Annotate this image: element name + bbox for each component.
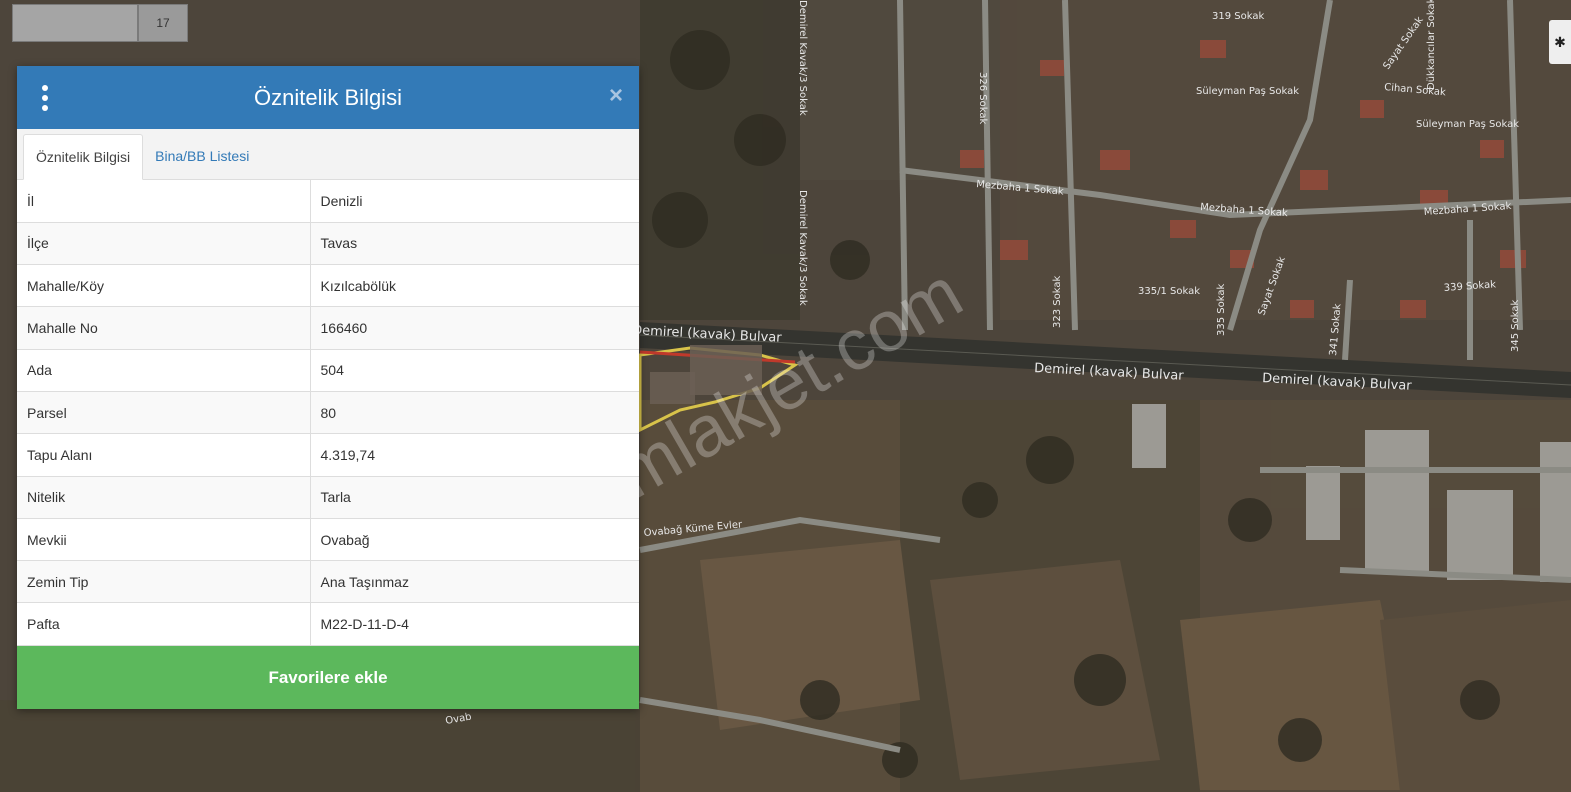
attribute-key: Tapu Alanı: [17, 433, 311, 477]
attribute-key: Mevkii: [17, 518, 311, 562]
attribute-key: İlçe: [17, 222, 311, 266]
table-row: Mahalle No 166460: [17, 306, 639, 350]
redacted-field[interactable]: [12, 4, 138, 42]
label-dukkancilar: Dükkancılar Sokak: [1426, 0, 1437, 90]
attribute-value: Ovabağ: [310, 518, 639, 562]
label-suleyman-2: Süleyman Paş Sokak: [1416, 119, 1519, 130]
attribute-value: 166460: [310, 306, 639, 350]
add-favorite-button[interactable]: Favorilere ekle: [17, 646, 639, 709]
gear-icon: ✱: [1554, 33, 1566, 50]
attribute-value: Tarla: [310, 476, 639, 519]
attribute-value: 504: [310, 349, 639, 392]
count-badge[interactable]: 17: [138, 4, 188, 42]
attribute-value: Denizli: [310, 180, 639, 223]
panel-title: Öznitelik Bilgisi: [254, 84, 402, 110]
table-row: Mevkii Ovabağ: [17, 518, 639, 562]
attribute-value: Kızılcabölük: [310, 264, 639, 308]
tab-building-list[interactable]: Bina/BB Listesi: [143, 133, 261, 179]
label-335-1: 335/1 Sokak: [1138, 286, 1200, 297]
attribute-key: Mahalle/Köy: [17, 264, 311, 308]
attribute-value: Ana Taşınmaz: [310, 560, 639, 604]
label-323: 323 Sokak: [1052, 276, 1063, 328]
close-icon[interactable]: ×: [609, 84, 623, 108]
attribute-value: 80: [310, 391, 639, 435]
table-row: İl Denizli: [17, 180, 639, 223]
table-row: Pafta M22-D-11-D-4: [17, 602, 639, 646]
attribute-key: Pafta: [17, 602, 311, 646]
label-demirel-kavak3-a: Demirel Kavak/3 Sokak: [797, 0, 808, 116]
label-335: 335 Sokak: [1216, 284, 1227, 336]
attribute-key: Ada: [17, 349, 311, 392]
attribute-panel: Öznitelik Bilgisi × Öznitelik Bilgisi Bi…: [17, 66, 639, 709]
attribute-value: 4.319,74: [310, 433, 639, 477]
attribute-key: Mahalle No: [17, 306, 311, 350]
label-345: 345 Sokak: [1510, 300, 1521, 352]
label-demirel-kavak3-b: Demirel Kavak/3 Sokak: [797, 190, 808, 306]
more-vertical-icon[interactable]: [39, 85, 51, 111]
table-row: Parsel 80: [17, 391, 639, 435]
panel-tabs: Öznitelik Bilgisi Bina/BB Listesi: [17, 129, 639, 180]
attribute-key: İl: [17, 180, 311, 223]
table-row: Tapu Alanı 4.319,74: [17, 433, 639, 477]
table-row: Zemin Tip Ana Taşınmaz: [17, 560, 639, 604]
table-row: Nitelik Tarla: [17, 476, 639, 519]
table-row: İlçe Tavas: [17, 222, 639, 266]
panel-header: Öznitelik Bilgisi ×: [17, 66, 639, 129]
label-326: 326 Sokak: [977, 72, 988, 124]
attribute-table: İl Denizli İlçe Tavas Mahalle/Köy Kızılcabölü…: [17, 180, 639, 646]
attribute-key: Zemin Tip: [17, 560, 311, 604]
attribute-key: Parsel: [17, 391, 311, 435]
label-suleyman-1: Süleyman Paş Sokak: [1196, 86, 1299, 97]
attribute-value: M22-D-11-D-4: [310, 602, 639, 646]
table-row: Ada 504: [17, 349, 639, 392]
label-319: 319 Sokak: [1212, 11, 1264, 22]
map-tool-button[interactable]: ✱: [1549, 20, 1571, 64]
attribute-key: Nitelik: [17, 476, 311, 519]
table-row: Mahalle/Köy Kızılcabölük: [17, 264, 639, 308]
attribute-value: Tavas: [310, 222, 639, 266]
tab-attributes[interactable]: Öznitelik Bilgisi: [23, 134, 144, 180]
